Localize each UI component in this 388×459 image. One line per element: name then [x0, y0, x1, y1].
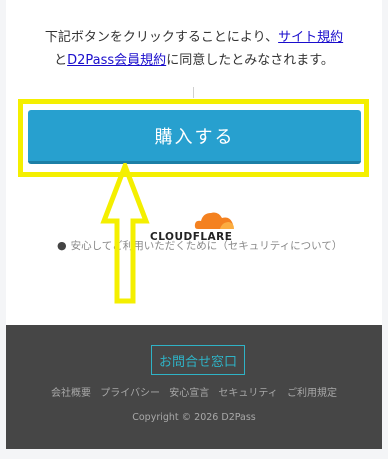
contact-button[interactable]: お問合せ窓口	[151, 345, 245, 375]
footer-link-terms[interactable]: ご利用規定	[287, 388, 337, 399]
footer-link-assurance[interactable]: 安心宣言	[169, 388, 209, 399]
footer-link-company[interactable]: 会社概要	[51, 388, 91, 399]
footer-links: 会社概要 プライバシー 安心宣言 セキュリティ ご利用規定	[6, 384, 382, 399]
agreement-middle: と	[54, 53, 68, 68]
agreement-text: 下記ボタンをクリックすることにより、サイト規約 とD2Pass会員規約に同意した…	[6, 26, 382, 72]
site-terms-link[interactable]: サイト規約	[278, 30, 343, 45]
up-arrow-icon	[100, 163, 150, 304]
footer-link-security[interactable]: セキュリティ	[218, 388, 277, 399]
purchase-button[interactable]: 購入する	[28, 110, 361, 164]
shield-lock-icon: ●	[57, 239, 67, 252]
copyright: Copyright © 2026 D2Pass	[132, 412, 256, 423]
footer-link-privacy[interactable]: プライバシー	[100, 388, 160, 399]
agreement-suffix: に同意したとみなされます。	[166, 53, 334, 68]
divider	[193, 87, 194, 98]
agreement-prefix: 下記ボタンをクリックすることにより、	[44, 30, 279, 45]
member-terms-link[interactable]: D2Pass会員規約	[67, 53, 166, 68]
cloud-icon	[194, 212, 234, 229]
